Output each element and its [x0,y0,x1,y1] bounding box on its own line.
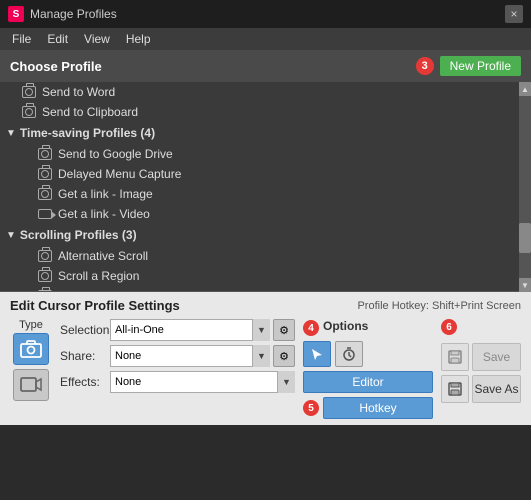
camera-icon [38,147,52,161]
choose-profile-title: Choose Profile [10,59,416,74]
share-gear-button[interactable]: ⚙ [273,345,295,367]
close-button[interactable]: × [505,5,523,23]
camera-icon [22,105,36,119]
menu-file[interactable]: File [4,30,39,48]
options-label: Options [323,319,368,333]
camera-icon [38,187,52,201]
menu-view[interactable]: View [76,30,118,48]
selection-row: Selection: All-in-One Region Window Full… [60,319,295,341]
list-item: Send to Clipboard [42,105,521,119]
save-button[interactable]: Save [472,343,521,371]
save-button-row: Save [441,343,521,371]
list-item: Scroll a Region [58,269,521,283]
tree-item-scroll-region[interactable]: Scroll a Region [0,266,531,286]
edit-hotkey-label: Profile Hotkey: Shift+Print Screen [357,300,521,312]
tree-item-alt-scroll[interactable]: Alternative Scroll [0,246,531,266]
effects-select[interactable]: None Border Shadow [110,371,295,393]
clock-option-button[interactable] [335,341,363,367]
camera-icon [38,167,52,181]
tree-item-send-to-clipboard[interactable]: Send to Clipboard [0,102,531,122]
list-item: Send to Word [42,85,521,99]
arrow-icon: ▼ [6,128,16,139]
video-icon [38,207,52,221]
title-bar: S Manage Profiles × [0,0,531,28]
scroll-up-button[interactable]: ▲ [519,82,531,96]
effects-select-wrapper: None Border Shadow ▼ [110,371,295,393]
tree-item-link-image[interactable]: Get a link - Image [0,184,531,204]
list-item: Alternative Scroll [58,249,521,263]
tree-group-scrolling[interactable]: ▼ Scrolling Profiles (3) [0,224,531,246]
options-panel: 4 Options Editor 5 Hotkey [303,319,433,419]
camera-icon [38,269,52,283]
tree-item-google-drive[interactable]: Send to Google Drive [0,144,531,164]
camera-icon [38,289,52,292]
list-item: Custom Scroll [58,289,521,292]
options-badge: 4 [303,320,319,336]
fields-panel: Selection: All-in-One Region Window Full… [60,319,295,419]
type-video-button[interactable] [13,369,49,401]
choose-profile-badge: 3 [416,57,434,75]
cursor-option-button[interactable] [303,341,331,367]
menu-edit[interactable]: Edit [39,30,76,48]
arrow-icon: ▼ [6,230,16,241]
menu-help[interactable]: Help [118,30,159,48]
edit-header: Edit Cursor Profile Settings Profile Hot… [10,298,521,313]
hotkey-badge: 5 [303,400,319,416]
effects-label: Effects: [60,375,110,389]
scroll-track [519,96,531,278]
list-item: Send to Google Drive [58,147,521,161]
scrollbar[interactable]: ▲ ▼ [519,82,531,292]
tree-item-link-video[interactable]: Get a link - Video [0,204,531,224]
effects-row: Effects: None Border Shadow ▼ [60,371,295,393]
type-panel: Type [10,319,52,419]
window-title: Manage Profiles [30,7,505,21]
scroll-thumb[interactable] [519,223,531,253]
camera-icon [38,249,52,263]
tree-group-timesaving[interactable]: ▼ Time-saving Profiles (4) [0,122,531,144]
save-panel-spacer: 6 [441,319,521,339]
choose-profile-header: Choose Profile 3 New Profile [0,50,531,82]
edit-profile-title: Edit Cursor Profile Settings [10,298,357,313]
tree-item-delayed-menu[interactable]: Delayed Menu Capture [0,164,531,184]
type-camera-button[interactable] [13,333,49,365]
menu-bar: File Edit View Help [0,28,531,50]
share-label: Share: [60,349,110,363]
options-icon-row [303,341,433,367]
selection-select[interactable]: All-in-One Region Window Full Screen [110,319,270,341]
tree-item-send-to-word[interactable]: Send to Word [0,82,531,102]
profile-tree: Send to Word Send to Clipboard ▼ Time-sa… [0,82,531,292]
new-profile-button[interactable]: New Profile [440,56,521,76]
list-item: Delayed Menu Capture [58,167,521,181]
camera-icon [22,85,36,99]
type-label: Type [19,319,43,331]
save-as-button-row: Save As [441,375,521,403]
app-icon: S [8,6,24,22]
save-disk-icon [441,343,469,371]
save-as-disk-icon [441,375,469,403]
editor-button[interactable]: Editor [303,371,433,393]
tree-item-custom-scroll[interactable]: Custom Scroll [0,286,531,292]
share-row: Share: None Clipboard Email ▼ ⚙ [60,345,295,367]
scroll-down-button[interactable]: ▼ [519,278,531,292]
selection-label: Selection: [60,323,110,337]
save-badge: 6 [441,319,457,335]
selection-gear-button[interactable]: ⚙ [273,319,295,341]
share-select-wrapper: None Clipboard Email ▼ [110,345,270,367]
share-select[interactable]: None Clipboard Email [110,345,270,367]
group-label: Time-saving Profiles (4) [20,126,155,140]
hotkey-row: 5 Hotkey [303,397,433,419]
profile-tree-wrapper: Send to Word Send to Clipboard ▼ Time-sa… [0,82,531,292]
edit-section: Edit Cursor Profile Settings Profile Hot… [0,292,531,425]
selection-select-wrapper: All-in-One Region Window Full Screen ▼ [110,319,270,341]
group-label: Scrolling Profiles (3) [20,228,137,242]
save-panel: 6 Save Save As [441,319,521,419]
list-item: Get a link - Video [58,207,521,221]
save-as-button[interactable]: Save As [472,375,521,403]
options-header: 4 Options [303,319,433,337]
list-item: Get a link - Image [58,187,521,201]
edit-body: Type Selection: All-in-One Region Window… [10,319,521,419]
hotkey-button[interactable]: Hotkey [323,397,433,419]
